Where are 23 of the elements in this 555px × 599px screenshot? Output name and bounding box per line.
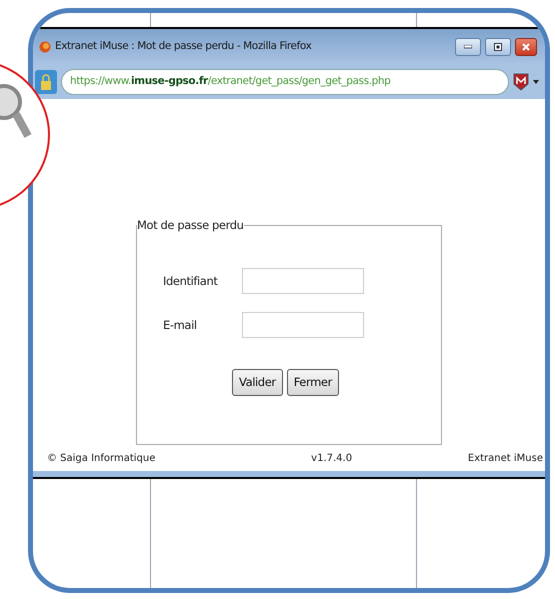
form-legend: Mot de passe perdu — [137, 217, 244, 234]
close-button[interactable] — [515, 38, 537, 56]
shield-icon[interactable] — [513, 73, 529, 91]
footer-product: Extranet iMuse — [468, 452, 543, 466]
field-label: Identifiant — [163, 272, 219, 290]
minimize-button[interactable] — [455, 38, 481, 56]
lock-icon — [35, 70, 57, 94]
maximize-icon — [494, 43, 502, 51]
browser-logo-icon — [39, 41, 51, 53]
field-label: E-mail — [163, 316, 198, 334]
form-button[interactable]: Fermer — [286, 369, 339, 396]
footer-copyright: © Saiga Informatique — [47, 452, 156, 466]
url-text: https://www.imuse-gpso.fr/extranet/get_pass/gen_get_pass.php — [70, 74, 390, 90]
maximize-button[interactable] — [485, 38, 511, 56]
window-title: Extranet iMuse : Mot de passe perdu - Mozilla Firefox — [55, 39, 312, 54]
input-field[interactable] — [242, 268, 364, 294]
caret-icon[interactable] — [533, 80, 539, 84]
minimize-icon — [464, 45, 472, 49]
close-icon — [522, 43, 530, 51]
input-field[interactable] — [242, 312, 364, 338]
footer-version: v1.7.4.0 — [311, 452, 352, 466]
form-button[interactable]: Valider — [232, 369, 283, 396]
address-field[interactable]: https://www.imuse-gpso.fr/extranet/get_pass/gen_get_pass.php — [61, 69, 509, 95]
